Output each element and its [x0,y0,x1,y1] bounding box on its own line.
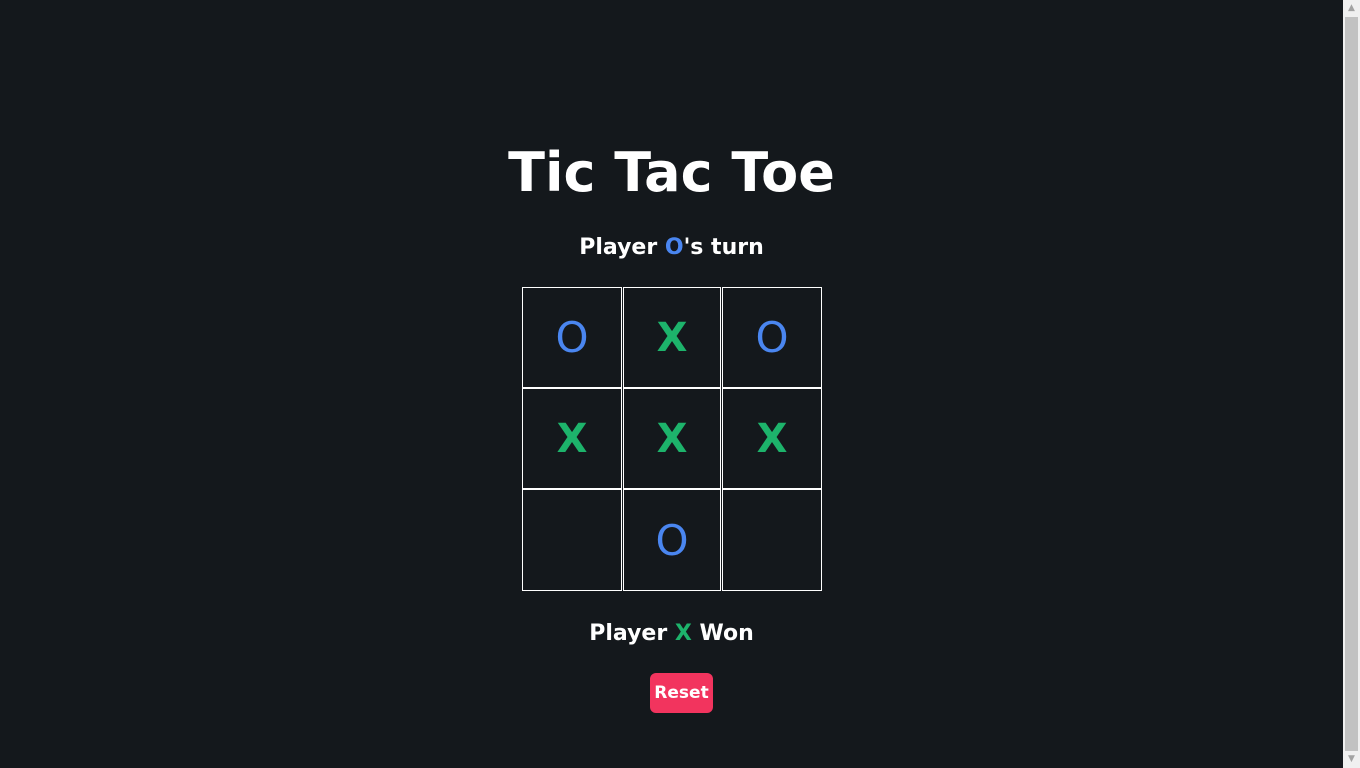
vertical-scrollbar[interactable]: ▲ ▼ [1343,0,1360,768]
turn-suffix: 's turn [683,235,764,260]
board-cell-6[interactable]: X [722,388,822,489]
cell-mark: O [655,515,689,565]
game-result: Player X Won [0,618,1343,650]
cell-mark: X [656,314,688,361]
cell-mark: O [755,313,789,362]
turn-prefix: Player [579,235,665,260]
board-cell-2[interactable]: X [623,287,721,388]
board-cell-1[interactable]: O [522,287,622,388]
cell-mark: X [656,415,688,462]
board-cell-8[interactable]: O [623,489,721,591]
browser-viewport: Tic Tac Toe Player O's turn O X O X X X … [0,0,1360,768]
result-suffix: Won [691,621,754,646]
cell-mark: O [555,313,589,362]
reset-button[interactable]: Reset [650,673,713,713]
board-cell-9[interactable] [722,489,822,591]
cell-mark: X [756,415,788,462]
game-board: O X O X X X O [522,287,822,591]
scroll-down-arrow-icon[interactable]: ▼ [1343,751,1360,768]
game-page: Tic Tac Toe Player O's turn O X O X X X … [0,0,1343,768]
board-cell-5[interactable]: X [623,388,721,489]
board-cell-4[interactable]: X [522,388,622,489]
turn-indicator: Player O's turn [0,232,1343,264]
board-cell-7[interactable] [522,489,622,591]
cell-mark: X [556,415,588,462]
result-player: X [674,621,692,646]
page-title: Tic Tac Toe [508,141,835,204]
scroll-up-arrow-icon[interactable]: ▲ [1343,0,1360,17]
board-cell-3[interactable]: O [722,287,822,388]
turn-player: O [664,235,684,260]
scrollbar-thumb[interactable] [1345,17,1358,751]
result-prefix: Player [589,621,675,646]
